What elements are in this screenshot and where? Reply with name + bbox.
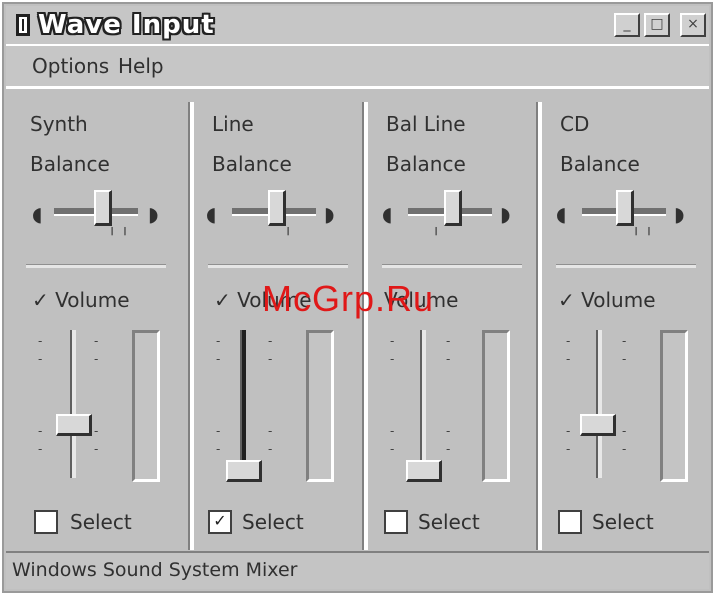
balance-label: Balance [386,152,466,176]
ticks-right: ---- [446,334,451,456]
balance-label: Balance [560,152,640,176]
balance-slider[interactable] [94,190,112,226]
watermark-text: McGrp.Ru [262,278,435,319]
channel-name: Bal Line [386,112,466,136]
volume-slider[interactable] [226,460,262,482]
title-bar[interactable]: Wave Input _ □ × [6,6,709,46]
menu-help[interactable]: Help [118,54,164,78]
ticks-right: ---- [268,334,273,456]
volume-fill [242,330,246,478]
status-bar: Windows Sound System Mixer [6,551,709,589]
status-text: Windows Sound System Mixer [12,559,298,581]
channel-name: Synth [30,112,88,136]
channel-name: CD [560,112,590,136]
section-divider [26,264,166,268]
volume-track [240,330,246,478]
ticks-right: ---- [94,334,99,456]
balance-slider[interactable] [616,190,634,226]
speaker-right-icon: ◗ [674,202,685,226]
speaker-right-icon: ◗ [324,202,335,226]
ticks-left: ---- [566,334,571,456]
app-icon [16,14,30,36]
menu-divider [6,86,709,89]
channel-panel-synth: Synth Balance ◖ ╵ ╵ ◗ ✓ Volume ---- ----… [10,92,184,547]
select-label: Select [418,510,480,534]
volume-slider[interactable] [580,414,616,436]
select-label: Select [70,510,132,534]
level-meter [482,330,510,482]
volume-label: Volume [55,288,130,312]
maximize-button[interactable]: □ [644,13,670,37]
speaker-right-icon: ◗ [500,202,511,226]
close-button[interactable]: × [680,13,706,37]
volume-slider[interactable] [56,414,92,436]
ticks-left: ---- [38,334,43,456]
channel-panel-cd: CD Balance ◖ ╵ ╵ ◗ ✓ Volume ---- ---- Se… [540,92,714,547]
menu-bar: Options Help [6,46,709,86]
ticks-left: ---- [216,334,221,456]
minimize-button[interactable]: _ [614,13,640,37]
select-checkbox[interactable] [34,510,58,534]
balance-ticks: ╵ ╵ [632,228,654,244]
speaker-right-icon: ◗ [148,202,159,226]
window-title: Wave Input [38,10,215,40]
balance-slider[interactable] [444,190,462,226]
volume-label: Volume [581,288,656,312]
select-checkbox[interactable] [384,510,408,534]
volume-slider[interactable] [406,460,442,482]
level-meter [306,330,334,482]
section-divider [556,264,696,268]
level-meter [660,330,688,482]
level-meter [132,330,160,482]
menu-options[interactable]: Options [32,54,109,78]
balance-ticks: ╵ ╵ [108,228,130,244]
speaker-left-icon: ◖ [382,202,393,226]
speaker-left-icon: ◖ [32,202,43,226]
section-divider [208,264,348,268]
balance-ticks: ╵ [432,228,441,244]
balance-label: Balance [212,152,292,176]
channel-name: Line [212,112,254,136]
ticks-left: ---- [390,334,395,456]
volume-checkbox[interactable]: ✓ Volume [32,288,130,312]
volume-checkbox[interactable]: ✓ Volume [558,288,656,312]
balance-ticks: ╵ [284,228,293,244]
select-checkbox[interactable] [558,510,582,534]
balance-label: Balance [30,152,110,176]
volume-track [596,330,602,478]
select-checkbox[interactable]: ✓ [208,510,232,534]
speaker-left-icon: ◖ [206,202,217,226]
select-label: Select [242,510,304,534]
volume-track [420,330,426,478]
select-label: Select [592,510,654,534]
speaker-left-icon: ◖ [556,202,567,226]
section-divider [382,264,522,268]
balance-slider[interactable] [268,190,286,226]
ticks-right: ---- [622,334,627,456]
volume-track [70,330,76,478]
